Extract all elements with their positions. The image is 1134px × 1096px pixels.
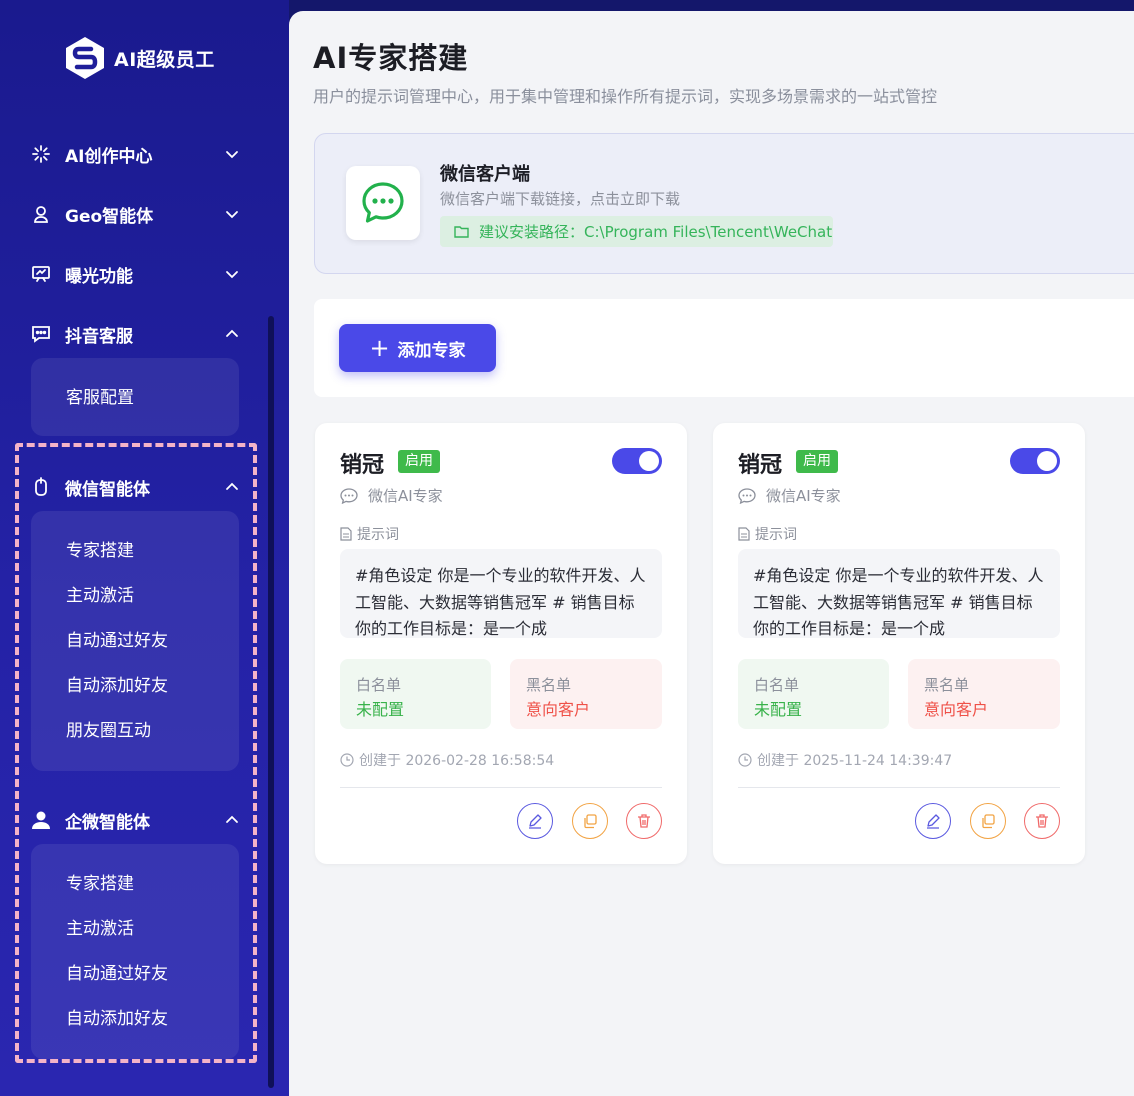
nav-group-label: 抖音客服 [65,326,133,347]
document-icon [340,527,352,541]
chat-bubble-icon [340,487,358,504]
copy-button[interactable] [970,803,1006,839]
blacklist-box: 黑名单 意向客户 [908,659,1060,729]
edit-button[interactable] [517,803,553,839]
trash-icon [638,814,650,828]
expert-name: 销冠 [340,453,385,478]
chat-dots-icon [30,323,52,345]
whitelist-value: 未配置 [356,700,405,719]
chevron-down-icon [226,271,238,279]
trash-icon [1036,814,1048,828]
clock-icon [738,753,752,767]
prompt-label: 提示词 [340,524,399,544]
highlight-box [15,443,257,1063]
wechat-client-desc[interactable]: 微信客户端下载链接，点击立即下载 [440,188,680,209]
created-time-text: 创建于 2025-11-24 14:39:47 [757,753,953,769]
toolbar: + 添加专家 [314,299,1134,397]
plus-icon: + [369,334,390,362]
prompt-label-text: 提示词 [357,527,399,543]
sidebar-item-service-config[interactable]: 客服配置 [66,386,134,410]
install-path-hint: 建议安装路径：C:\Program Files\Tencent\WeChat [440,216,833,247]
prompt-preview: #角色设定 你是一个专业的软件开发、人工智能、大数据等销售冠军 # 销售目标 你… [340,549,662,638]
copy-icon [982,814,995,829]
add-expert-button[interactable]: + 添加专家 [339,324,496,372]
copy-icon [584,814,597,829]
whitelist-box: 白名单 未配置 [738,659,889,729]
sidebar: AI超级员工 AI创作中心 Geo智能体 曝光功能 抖音客服 客服配置 微信智能… [0,0,289,1096]
wechat-client-title: 微信客户端 [440,164,530,185]
nav-group-geo-agent[interactable]: Geo智能体 [30,194,250,234]
pencil-icon [529,814,542,829]
install-path-text: 建议安装路径：C:\Program Files\Tencent\WeChat [479,223,833,241]
enable-toggle[interactable] [1010,448,1060,474]
sidebar-scrollbar[interactable] [268,316,274,1088]
status-badge: 启用 [398,450,440,473]
divider [340,787,662,788]
status-badge: 启用 [796,450,838,473]
blacklist-value: 意向客户 [924,700,989,719]
chevron-down-icon [226,211,238,219]
delete-button[interactable] [1024,803,1060,839]
chevron-down-icon [226,151,238,159]
enable-toggle[interactable] [612,448,662,474]
delete-button[interactable] [626,803,662,839]
toggle-knob [639,451,659,471]
prompt-preview: #角色设定 你是一个专业的软件开发、人工智能、大数据等销售冠军 # 销售目标 你… [738,549,1060,638]
chat-bubble-icon [738,487,756,504]
add-expert-label: 添加专家 [397,340,466,361]
whitelist-value: 未配置 [754,700,803,719]
copy-button[interactable] [572,803,608,839]
main-content: AI专家搭建 用户的提示词管理中心，用于集中管理和操作所有提示词，实现多场景需求… [289,11,1134,1096]
page-subtitle: 用户的提示词管理中心，用于集中管理和操作所有提示词，实现多场景需求的一站式管控 [313,87,938,106]
blacklist-label: 黑名单 [526,676,572,694]
presentation-icon [30,263,52,285]
whitelist-box: 白名单 未配置 [340,659,491,729]
sparkle-icon [30,143,52,165]
logo-icon [66,37,104,79]
whitelist-label: 白名单 [754,676,800,694]
expert-card[interactable]: 销冠 启用 微信AI专家 提示词 #角色设定 你是一个专业的软件开发、人工智能、… [315,423,687,864]
chevron-up-icon [226,329,238,337]
whitelist-label: 白名单 [356,676,402,694]
app-logo[interactable]: AI超级员工 [64,36,215,80]
edit-button[interactable] [915,803,951,839]
folder-icon [454,226,469,238]
nav-group-label: 曝光功能 [65,266,133,287]
nav-group-exposure[interactable]: 曝光功能 [30,254,250,294]
wechat-chat-icon [346,166,420,240]
created-time: 创建于 2025-11-24 14:39:47 [738,750,952,770]
clock-icon [340,753,354,767]
location-user-icon [30,203,52,225]
expert-card[interactable]: 销冠 启用 微信AI专家 提示词 #角色设定 你是一个专业的软件开发、人工智能、… [713,423,1085,864]
pencil-icon [927,814,940,829]
page-title: AI专家搭建 [313,41,469,75]
expert-type-label: 微信AI专家 [766,487,841,505]
created-time: 创建于 2026-02-28 16:58:54 [340,750,554,770]
prompt-label: 提示词 [738,524,797,544]
expert-name: 销冠 [738,453,783,478]
expert-type: 微信AI专家 [340,485,443,506]
prompt-label-text: 提示词 [755,527,797,543]
document-icon [738,527,750,541]
douyin-submenu: 客服配置 [31,358,239,436]
expert-type: 微信AI专家 [738,485,841,506]
nav-group-label: AI创作中心 [65,146,153,167]
nav-group-ai-creation[interactable]: AI创作中心 [30,134,250,174]
wechat-client-card[interactable]: 微信客户端 微信客户端下载链接，点击立即下载 建议安装路径：C:\Program… [314,133,1134,274]
nav-group-label: Geo智能体 [65,206,154,227]
app-name: AI超级员工 [114,48,215,71]
blacklist-value: 意向客户 [526,700,591,719]
expert-type-label: 微信AI专家 [368,487,443,505]
toggle-knob [1037,451,1057,471]
blacklist-label: 黑名单 [924,676,970,694]
blacklist-box: 黑名单 意向客户 [510,659,662,729]
nav-group-douyin-service[interactable]: 抖音客服 [30,314,250,354]
created-time-text: 创建于 2026-02-28 16:58:54 [359,753,555,769]
divider [738,787,1060,788]
